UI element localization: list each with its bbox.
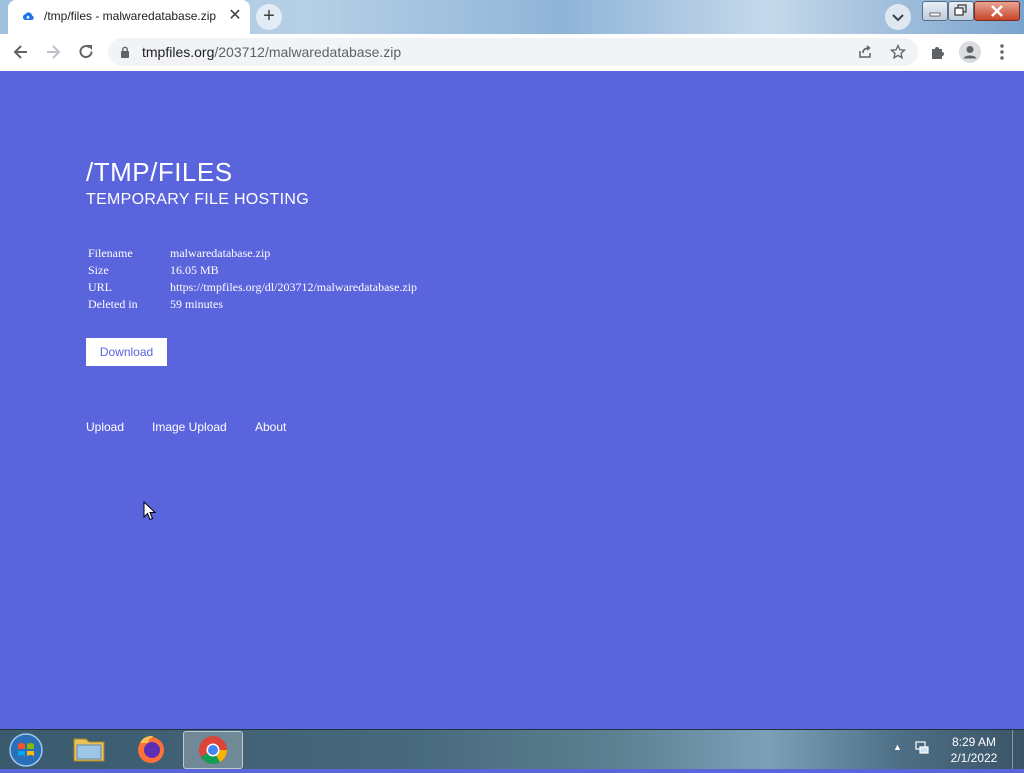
- mouse-cursor-icon: [143, 501, 157, 521]
- system-clock[interactable]: 8:29 AM 2/1/2022: [944, 734, 1004, 766]
- show-desktop-button[interactable]: [1012, 730, 1024, 769]
- info-value: malwaredatabase.zip: [170, 246, 271, 260]
- taskbar-chrome[interactable]: [183, 731, 243, 769]
- profile-avatar[interactable]: [959, 41, 981, 63]
- bookmark-star-icon[interactable]: [890, 44, 906, 60]
- window-close-button[interactable]: [974, 1, 1020, 21]
- lock-icon[interactable]: [120, 46, 130, 58]
- taskbar-file-explorer[interactable]: [60, 731, 118, 767]
- firefox-icon: [138, 735, 164, 763]
- new-tab-button[interactable]: +: [256, 4, 282, 30]
- info-value: 16.05 MB: [170, 263, 219, 277]
- info-row-size: Size 16.05 MB: [88, 263, 488, 280]
- extensions-puzzle-icon[interactable]: [928, 42, 948, 62]
- info-label: Deleted in: [88, 297, 138, 311]
- tray-expand-icon[interactable]: ▲: [893, 742, 902, 752]
- about-link[interactable]: About: [255, 420, 286, 434]
- folder-icon: [73, 738, 105, 762]
- share-icon[interactable]: [857, 44, 873, 60]
- close-tab-icon[interactable]: ✕: [226, 7, 244, 25]
- chevron-down-icon: [892, 14, 904, 22]
- file-info-table: Filename malwaredatabase.zip Size 16.05 …: [88, 246, 488, 314]
- download-button[interactable]: Download: [86, 338, 167, 366]
- tab-title: /tmp/files - malwaredatabase.zip: [44, 9, 217, 23]
- upload-link[interactable]: Upload: [86, 420, 124, 434]
- windows-start-icon[interactable]: [6, 732, 46, 768]
- person-icon: [963, 46, 977, 59]
- clock-time: 8:29 AM: [951, 735, 997, 749]
- info-value: https://tmpfiles.org/dl/203712/malwareda…: [170, 280, 418, 294]
- browser-tab-strip: /tmp/files - malwaredatabase.zip ✕ +: [0, 0, 1024, 34]
- minimize-icon: [929, 12, 941, 17]
- browser-tab[interactable]: /tmp/files - malwaredatabase.zip ✕: [8, 0, 250, 34]
- network-icon[interactable]: [914, 740, 930, 756]
- clock-date: 2/1/2022: [950, 751, 998, 765]
- info-label: Filename: [88, 246, 133, 260]
- cloud-upload-icon: [22, 12, 34, 20]
- forward-arrow-icon[interactable]: [43, 42, 63, 62]
- url-text[interactable]: tmpfiles.org/203712/malwaredatabase.zip: [142, 44, 401, 60]
- restore-icon: [954, 4, 967, 16]
- restore-button[interactable]: [948, 1, 974, 21]
- back-arrow-icon[interactable]: [11, 42, 31, 62]
- window-controls: [922, 1, 1020, 21]
- chrome-icon: [199, 736, 227, 764]
- minimize-button[interactable]: [922, 1, 948, 21]
- site-subtitle: TEMPORARY FILE HOSTING: [86, 191, 309, 208]
- page-content: /TMP/FILES TEMPORARY FILE HOSTING Filena…: [0, 71, 1024, 729]
- tab-search-button[interactable]: [885, 4, 911, 30]
- info-label: URL: [88, 280, 112, 294]
- info-row-filename: Filename malwaredatabase.zip: [88, 246, 488, 263]
- reload-icon[interactable]: [76, 42, 96, 62]
- site-title: /TMP/FILES: [86, 157, 233, 187]
- info-label: Size: [88, 263, 109, 277]
- image-upload-link[interactable]: Image Upload: [152, 420, 227, 434]
- info-row-deleted-in: Deleted in 59 minutes: [88, 297, 488, 314]
- close-icon: [991, 5, 1003, 17]
- info-row-url: URL https://tmpfiles.org/dl/203712/malwa…: [88, 280, 488, 297]
- info-value: 59 minutes: [170, 297, 223, 311]
- address-bar[interactable]: tmpfiles.org/203712/malwaredatabase.zip: [108, 38, 918, 66]
- browser-toolbar: tmpfiles.org/203712/malwaredatabase.zip: [0, 34, 1024, 72]
- taskbar-firefox[interactable]: [122, 731, 180, 767]
- windows-taskbar: ▲ 8:29 AM 2/1/2022: [0, 729, 1024, 769]
- kebab-menu-icon[interactable]: [992, 42, 1012, 62]
